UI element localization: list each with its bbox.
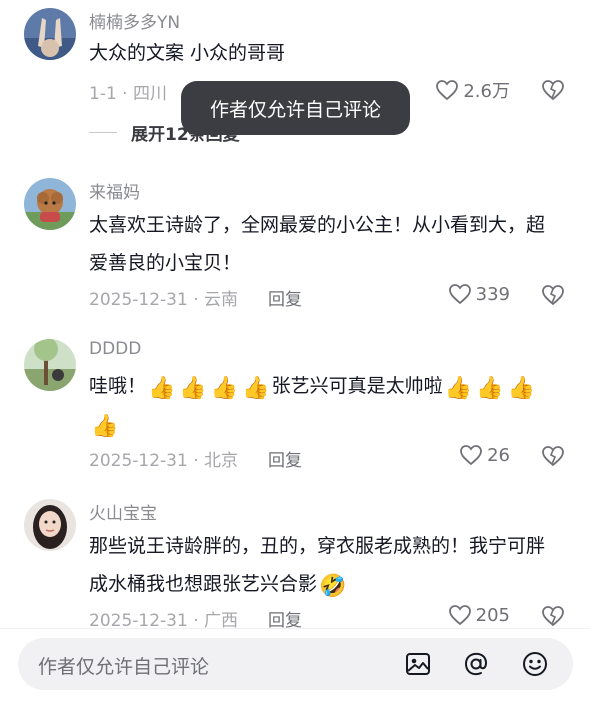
like-count: 2.6万	[463, 81, 510, 102]
thumbs-up-emoji: 👍	[91, 414, 119, 439]
heart-outline-icon	[448, 283, 472, 305]
avatar[interactable]	[24, 499, 76, 551]
thumbs-up-emoji: 👍	[179, 376, 207, 401]
comment-username[interactable]: DDDD	[89, 339, 141, 359]
like-button[interactable]: 339	[448, 283, 510, 305]
dislike-button[interactable]	[540, 445, 566, 467]
comment-username[interactable]: 火山宝宝	[89, 499, 157, 524]
comment-item: DDDD 哇哦！👍 👍 👍 👍 张艺兴可真是太帅啦👍 👍 👍👍 2025-12-31 · 北…	[0, 331, 590, 481]
like-count: 26	[487, 444, 510, 466]
broken-heart-icon	[540, 284, 566, 306]
heart-outline-icon	[435, 79, 459, 101]
thumbs-up-emoji: 👍	[507, 376, 535, 401]
broken-heart-icon	[540, 79, 566, 101]
laughing-emoji: 🤣	[319, 574, 347, 599]
like-button[interactable]: 26	[459, 444, 510, 466]
comment-item: 来福妈 太喜欢王诗龄了，全网最爱的小公主！从小看到大，超爱善良的小宝贝！ 202…	[0, 170, 590, 320]
heart-outline-icon	[459, 444, 483, 466]
thumbs-up-emoji: 👍	[476, 376, 504, 401]
comment-text: 太喜欢王诗龄了，全网最爱的小公主！从小看到大，超爱善良的小宝贝！	[89, 214, 546, 274]
divider-line	[89, 132, 117, 133]
dislike-button[interactable]	[540, 284, 566, 306]
restriction-tooltip: 作者仅允许自己评论	[181, 81, 410, 135]
avatar[interactable]	[24, 8, 76, 60]
image-icon[interactable]	[404, 650, 432, 678]
comment-meta: 2025-12-31 · 云南	[89, 290, 239, 310]
dislike-button[interactable]	[540, 79, 566, 101]
comment-meta: 1-1 · 四川	[89, 84, 167, 104]
comment-text-part: 张艺兴可真是太帅啦	[271, 375, 443, 397]
reply-button[interactable]: 回复	[268, 285, 302, 310]
thumbs-up-emoji: 👍	[148, 376, 176, 401]
smiley-icon[interactable]	[521, 650, 549, 678]
comment-text: 大众的文案 小众的哥哥	[89, 42, 286, 64]
broken-heart-icon	[540, 445, 566, 467]
like-count: 205	[475, 604, 510, 626]
heart-outline-icon	[448, 604, 472, 626]
comment-input-placeholder: 作者仅允许自己评论	[38, 656, 210, 678]
like-button[interactable]: 205	[448, 604, 510, 626]
thumbs-up-emoji: 👍	[242, 376, 270, 401]
comment-input-bar: 作者仅允许自己评论	[0, 628, 590, 705]
thumbs-up-emoji: 👍	[444, 376, 473, 401]
comment-text: 哇哦！👍 👍 👍 👍 张艺兴可真是太帅啦👍 👍 👍👍	[89, 367, 559, 443]
like-count: 339	[475, 283, 510, 305]
avatar[interactable]	[24, 178, 76, 230]
comment-text: 那些说王诗龄胖的，丑的，穿衣服老成熟的！我宁可胖成水桶我也想跟张艺兴合影🤣	[89, 527, 559, 603]
reply-button[interactable]: 回复	[268, 446, 302, 471]
avatar[interactable]	[24, 339, 76, 391]
comment-text-part: 哇哦！	[89, 375, 147, 397]
comment-panel: 楠楠多多YN 大众的文案 小众的哥哥 1-1 · 四川 2.6万 展开12条回复	[0, 0, 590, 705]
comment-item: 火山宝宝 那些说王诗龄胖的，丑的，穿衣服老成熟的！我宁可胖成水桶我也想跟张艺兴合…	[0, 491, 590, 631]
comment-username[interactable]: 楠楠多多YN	[89, 8, 180, 33]
broken-heart-icon	[540, 605, 566, 627]
at-icon[interactable]	[462, 650, 490, 678]
like-button[interactable]: 2.6万	[435, 77, 510, 103]
comment-username[interactable]: 来福妈	[89, 178, 140, 203]
comment-input[interactable]: 作者仅允许自己评论	[18, 638, 573, 690]
thumbs-up-emoji: 👍	[210, 376, 239, 401]
dislike-button[interactable]	[540, 605, 566, 627]
comment-text-part: 那些说王诗龄胖的，丑的，穿衣服老成熟的！我宁可胖成水桶我也想跟张艺兴合影	[89, 535, 546, 595]
comment-meta: 2025-12-31 · 北京	[89, 451, 239, 471]
